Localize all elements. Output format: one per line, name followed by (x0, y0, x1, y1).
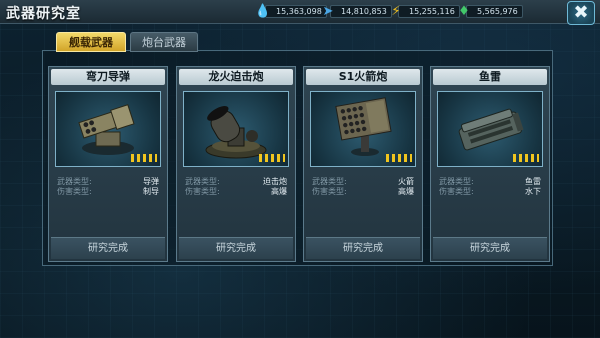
weapon-name: 鱼雷 (479, 70, 501, 83)
weapon-name: 弯刀导弹 (86, 70, 130, 83)
close-button[interactable]: ✖ (567, 1, 595, 25)
research-status: 研究完成 (179, 237, 293, 259)
blue-arrow-icon: ➤ (322, 3, 334, 19)
rocket-launcher-icon (310, 91, 416, 167)
weapon-name: 龙火迫击炮 (208, 70, 264, 83)
research-status: 研究完成 (306, 237, 420, 259)
missile-launcher-icon (55, 91, 161, 167)
resource-value: 14,810,853 (330, 5, 392, 18)
top-bar: 武器研究室 💧 15,363,098 ➤ 14,810,853 ⚡ 15,255… (0, 0, 600, 25)
weapon-card[interactable]: 鱼雷 武器类型: 鱼雷 伤害类型: 水下 研究完成 (430, 66, 550, 262)
weapon-card[interactable]: 弯刀导弹 武器类型: 导弹 伤害类型: 制导 研究完成 (48, 66, 168, 262)
hazard-stripes (259, 154, 285, 162)
research-status: 研究完成 (433, 237, 547, 259)
tab-turret-weapons[interactable]: 炮台武器 (130, 32, 198, 52)
hazard-stripes (386, 154, 412, 162)
resource-value: 5,565,976 (466, 5, 523, 18)
mortar-icon (183, 91, 289, 167)
weapon-card[interactable]: S1火箭炮 武器类型: 火箭 伤害类型: 高爆 研究完成 (303, 66, 423, 262)
research-status: 研究完成 (51, 237, 165, 259)
resource-green: ♦ 5,565,976 (456, 4, 523, 19)
page-title: 武器研究室 (6, 6, 81, 22)
torpedo-launcher-icon (437, 91, 543, 167)
weapon-name: S1火箭炮 (338, 70, 388, 83)
resource-gold: ⚡ 15,255,116 (388, 4, 460, 19)
green-crystal-icon: ♦ (458, 3, 470, 19)
card-header: 弯刀导弹 (51, 69, 165, 85)
card-header: 鱼雷 (433, 69, 547, 85)
weapon-card[interactable]: 龙火迫击炮 武器类型: 迫击炮 伤害类型: 高爆 研究完成 (176, 66, 296, 262)
hazard-stripes (513, 154, 539, 162)
purple-gem-icon: 💧 (254, 3, 272, 19)
hazard-stripes (131, 154, 157, 162)
resource-value: 15,255,116 (398, 5, 460, 18)
card-header: 龙火迫击炮 (179, 69, 293, 85)
tab-ship-weapons[interactable]: 舰载武器 (56, 32, 126, 52)
resource-blue: ➤ 14,810,853 (320, 4, 392, 19)
resource-value: 15,363,098 (265, 5, 327, 18)
resource-purple: 💧 15,363,098 (255, 4, 327, 19)
card-header: S1火箭炮 (306, 69, 420, 85)
gold-bolt-icon: ⚡ (391, 3, 401, 19)
